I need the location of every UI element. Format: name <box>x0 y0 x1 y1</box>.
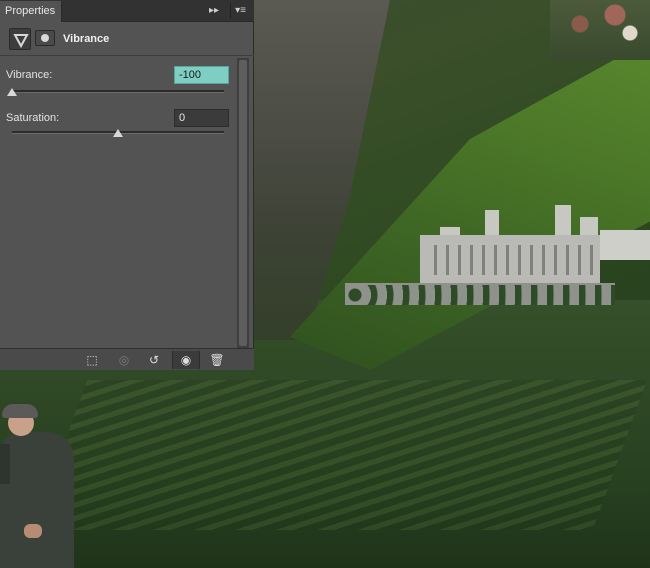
properties-panel: Properties ▸▸ ▾≡ Vibrance Vibrance: Satu… <box>0 0 254 370</box>
castle-wing <box>600 230 650 260</box>
shoulder <box>0 444 10 484</box>
hillside-texture <box>32 380 648 530</box>
saturation-input[interactable] <box>174 109 229 127</box>
castle <box>345 205 650 310</box>
panel-scrollbar[interactable] <box>237 58 249 348</box>
scrollbar-thumb[interactable] <box>239 60 247 346</box>
castle-windows <box>425 245 595 275</box>
castle-trees <box>345 285 615 305</box>
panel-bottom-toolbar: ⬚ ◎ ↺ ◉ 🗑 <box>0 348 254 370</box>
adjustment-header: Vibrance <box>0 22 254 56</box>
view-previous-state-icon[interactable]: ◎ <box>110 351 138 369</box>
collapse-panel-icon[interactable]: ▸▸ <box>204 3 224 19</box>
vibrance-input[interactable] <box>174 66 229 84</box>
hilltop-village <box>550 0 650 60</box>
eye-icon[interactable]: ◉ <box>172 351 200 369</box>
clip-to-layer-icon[interactable]: ⬚ <box>78 351 106 369</box>
panel-menu-icon[interactable]: ▾≡ <box>230 3 250 19</box>
tab-properties[interactable]: Properties <box>0 1 62 22</box>
old-man-figure <box>0 404 80 568</box>
trash-icon[interactable]: 🗑 <box>203 351 231 369</box>
vibrance-slider-track[interactable] <box>7 88 224 96</box>
vibrance-label: Vibrance: <box>6 69 53 81</box>
vibrance-slider-thumb[interactable] <box>7 88 17 96</box>
vibrance-triangle-icon[interactable] <box>9 28 31 50</box>
cap <box>2 404 38 418</box>
hands <box>24 524 42 538</box>
saturation-label: Saturation: <box>6 112 60 124</box>
saturation-slider-thumb[interactable] <box>113 129 123 137</box>
panel-tab-bar: Properties ▸▸ ▾≡ <box>0 0 254 22</box>
vibrance-triangle-icon <box>13 34 29 49</box>
layer-mask-icon[interactable] <box>35 30 55 46</box>
reset-icon[interactable]: ↺ <box>140 351 168 369</box>
adjustment-title: Vibrance <box>63 33 110 45</box>
saturation-slider-track[interactable] <box>12 129 224 137</box>
coat <box>0 432 74 568</box>
